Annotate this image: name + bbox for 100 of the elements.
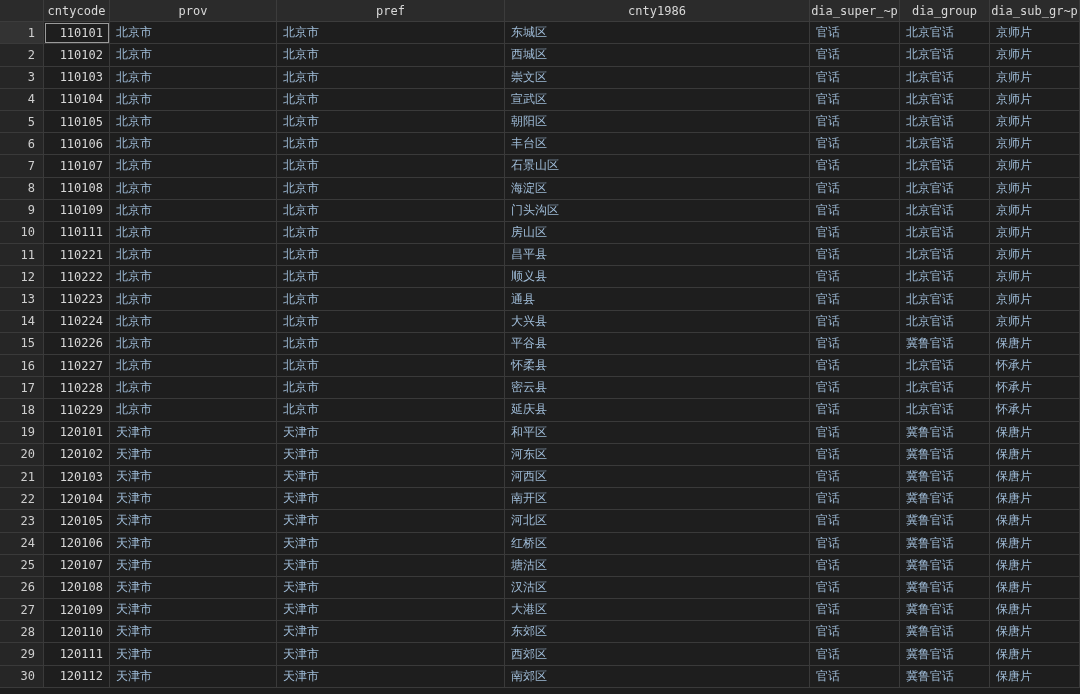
column-header[interactable]: cnty1986 (505, 0, 810, 23)
row-number[interactable]: 20 (0, 443, 44, 466)
table-cell: 保唐片 (990, 665, 1080, 688)
table-cell: 南郊区 (505, 665, 810, 688)
row-number[interactable]: 5 (0, 110, 44, 134)
row-number[interactable]: 8 (0, 177, 44, 200)
table-cell: 北京官话 (900, 266, 990, 289)
row-number[interactable]: 3 (0, 66, 44, 89)
table-cell: 房山区 (505, 221, 810, 245)
table-cell: 天津市 (277, 665, 505, 688)
table-cell: 北京市 (277, 177, 505, 200)
row-number[interactable]: 11 (0, 244, 44, 267)
table-cell: 北京市 (277, 110, 505, 134)
table-cell: 官话 (810, 510, 900, 533)
table-cell: 120111 (44, 643, 110, 666)
row-number[interactable]: 17 (0, 377, 44, 400)
column-header[interactable]: pref (277, 0, 505, 23)
table-cell: 天津市 (110, 421, 277, 444)
row-number[interactable]: 14 (0, 310, 44, 333)
column-header[interactable]: prov (110, 0, 277, 23)
column-header[interactable]: cntycode (44, 0, 110, 23)
table-cell: 保唐片 (990, 421, 1080, 444)
row-number[interactable]: 23 (0, 510, 44, 533)
table-cell: 官话 (810, 110, 900, 134)
table-cell: 北京市 (110, 377, 277, 400)
table-cell: 官话 (810, 421, 900, 444)
row-number[interactable]: 1 (0, 22, 44, 45)
row-number[interactable]: 25 (0, 554, 44, 577)
table-cell: 京师片 (990, 66, 1080, 89)
table-cell: 京师片 (990, 199, 1080, 222)
table-cell: 北京官话 (900, 377, 990, 400)
table-cell: 南开区 (505, 488, 810, 511)
table-cell: 北京市 (110, 332, 277, 355)
row-number[interactable]: 27 (0, 599, 44, 622)
table-cell: 北京市 (110, 355, 277, 378)
column-header[interactable]: dia_group (900, 0, 990, 23)
table-cell: 北京市 (277, 288, 505, 311)
table-cell: 顺义县 (505, 266, 810, 289)
column-header[interactable]: dia_sub_gr~p (990, 0, 1080, 23)
table-cell: 北京市 (110, 66, 277, 89)
table-cell: 延庆县 (505, 399, 810, 422)
row-number[interactable]: 4 (0, 88, 44, 111)
column-header[interactable]: dia_super_~p (810, 0, 900, 23)
table-cell: 官话 (810, 377, 900, 400)
table-cell: 110229 (44, 399, 110, 422)
table-cell: 保唐片 (990, 576, 1080, 600)
table-cell: 北京官话 (900, 310, 990, 333)
table-cell: 冀鲁官话 (900, 443, 990, 466)
table-cell: 天津市 (110, 576, 277, 600)
table-cell: 大兴县 (505, 310, 810, 333)
table-cell: 官话 (810, 244, 900, 267)
table-cell: 110105 (44, 110, 110, 134)
table-cell: 官话 (810, 199, 900, 222)
row-number[interactable]: 10 (0, 221, 44, 245)
table-cell: 河东区 (505, 443, 810, 466)
row-number[interactable]: 19 (0, 421, 44, 444)
row-number[interactable]: 28 (0, 621, 44, 644)
table-cell: 110103 (44, 66, 110, 89)
table-cell: 保唐片 (990, 554, 1080, 577)
table-cell: 北京市 (110, 133, 277, 156)
row-number[interactable]: 30 (0, 665, 44, 688)
table-cell: 天津市 (110, 554, 277, 577)
table-cell: 北京官话 (900, 177, 990, 200)
table-cell: 110104 (44, 88, 110, 111)
table-cell: 北京官话 (900, 221, 990, 245)
table-cell: 京师片 (990, 88, 1080, 111)
table-cell: 冀鲁官话 (900, 465, 990, 489)
table-cell: 东郊区 (505, 621, 810, 644)
table-cell: 怀承片 (990, 377, 1080, 400)
table-cell: 京师片 (990, 221, 1080, 245)
row-number[interactable]: 29 (0, 643, 44, 666)
row-number[interactable]: 18 (0, 399, 44, 422)
row-number[interactable]: 26 (0, 576, 44, 600)
table-cell: 官话 (810, 399, 900, 422)
row-number[interactable]: 16 (0, 355, 44, 378)
table-cell: 石景山区 (505, 155, 810, 178)
table-cell: 官话 (810, 22, 900, 45)
table-cell: 冀鲁官话 (900, 576, 990, 600)
table-cell: 天津市 (110, 599, 277, 622)
row-number[interactable]: 15 (0, 332, 44, 355)
table-cell: 门头沟区 (505, 199, 810, 222)
row-number[interactable]: 24 (0, 532, 44, 555)
table-cell: 北京市 (110, 44, 277, 67)
row-number[interactable]: 7 (0, 155, 44, 178)
table-cell: 天津市 (110, 465, 277, 489)
row-number[interactable]: 13 (0, 288, 44, 311)
row-number[interactable]: 2 (0, 44, 44, 67)
table-cell: 北京官话 (900, 155, 990, 178)
row-number[interactable]: 9 (0, 199, 44, 222)
table-cell: 北京市 (277, 377, 505, 400)
row-number[interactable]: 22 (0, 488, 44, 511)
row-number[interactable]: 12 (0, 266, 44, 289)
table-cell: 北京市 (110, 288, 277, 311)
row-number[interactable]: 6 (0, 133, 44, 156)
table-cell: 怀柔县 (505, 355, 810, 378)
table-cell: 110221 (44, 244, 110, 267)
row-number[interactable]: 21 (0, 465, 44, 489)
table-cell: 120110 (44, 621, 110, 644)
table-cell: 保唐片 (990, 643, 1080, 666)
table-cell: 和平区 (505, 421, 810, 444)
